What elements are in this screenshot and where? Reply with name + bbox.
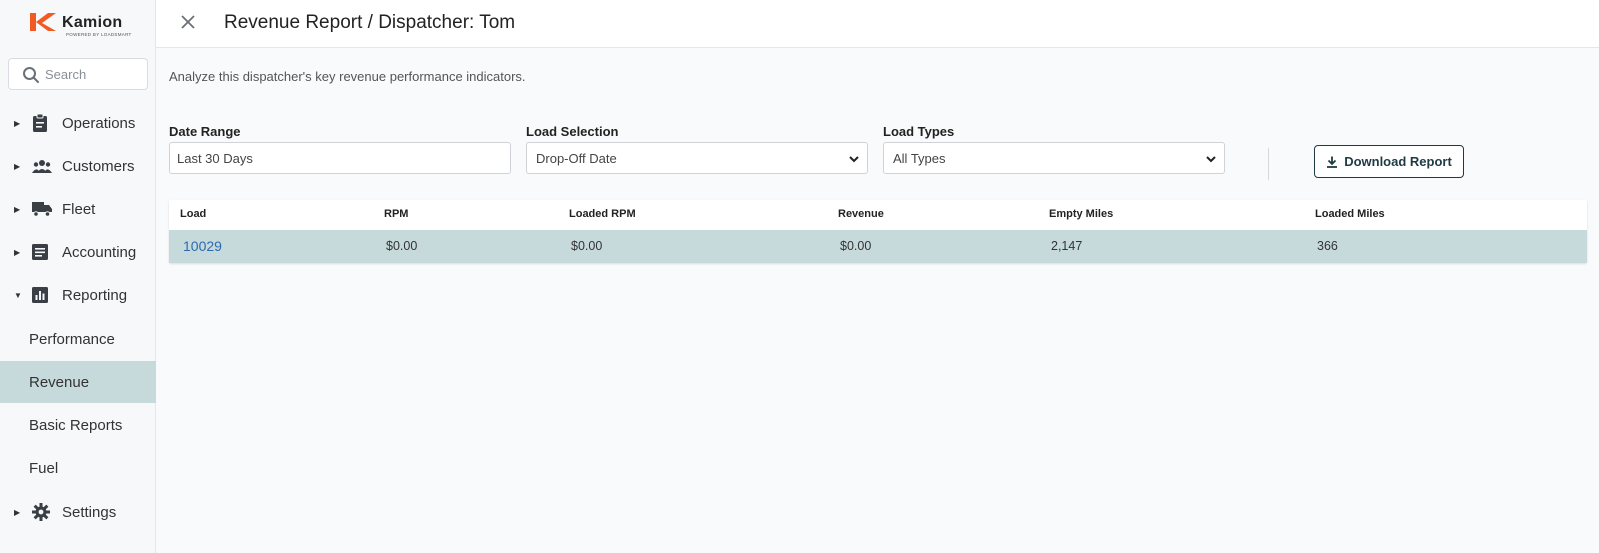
date-range-input[interactable]: Last 30 Days [169, 142, 511, 174]
kamion-logo[interactable]: Kamion POWERED BY LOADSMART [28, 11, 131, 39]
nav-operations[interactable]: ▶ Operations [0, 103, 156, 143]
page-subtitle: Analyze this dispatcher's key revenue pe… [169, 69, 526, 84]
nav-reporting[interactable]: ▼ Reporting [0, 275, 156, 315]
filter-divider [1268, 148, 1269, 180]
truck-icon [32, 200, 54, 218]
nav-operations-label: Operations [62, 114, 136, 132]
column-header-loaded-rpm[interactable]: Loaded RPM [569, 208, 636, 220]
nav-accounting[interactable]: ▶ Accounting [0, 232, 156, 272]
nav-sub-performance[interactable]: Performance [0, 318, 156, 360]
load-selection-label: Load Selection [526, 124, 619, 139]
ledger-icon [32, 243, 54, 261]
page-header: Revenue Report / Dispatcher: Tom [156, 0, 1599, 48]
load-selection-value: Drop-Off Date [536, 150, 617, 166]
table-row[interactable]: 10029 $0.00 $0.00 $0.00 2,147 366 [169, 230, 1587, 263]
nav-fleet-label: Fleet [62, 200, 96, 218]
cell-loaded-miles: 366 [1317, 239, 1338, 253]
cell-revenue: $0.00 [840, 239, 872, 253]
date-range-label: Date Range [169, 124, 241, 139]
kamion-logo-icon [30, 13, 56, 31]
nav-sub-basic-reports[interactable]: Basic Reports [0, 404, 156, 446]
caret-right-icon: ▶ [14, 161, 21, 171]
search-box[interactable] [8, 58, 148, 90]
nav-sub-revenue[interactable]: Revenue [0, 361, 156, 403]
sidebar: Kamion POWERED BY LOADSMART ▶ Operations… [0, 0, 156, 553]
cell-loaded-rpm: $0.00 [571, 239, 603, 253]
load-selection-select[interactable]: Drop-Off Date [526, 142, 868, 174]
close-icon [181, 15, 195, 29]
caret-right-icon: ▶ [14, 507, 21, 517]
clipboard-icon [32, 114, 54, 132]
page-title: Revenue Report / Dispatcher: Tom [224, 12, 516, 33]
chevron-down-icon [849, 156, 859, 163]
load-types-select[interactable]: All Types [883, 142, 1225, 174]
load-id-link[interactable]: 10029 [183, 238, 222, 254]
people-icon [32, 157, 54, 175]
nav-customers-label: Customers [62, 157, 135, 175]
column-header-empty-miles[interactable]: Empty Miles [1049, 208, 1113, 220]
nav-accounting-label: Accounting [62, 243, 137, 261]
search-icon [23, 67, 39, 83]
date-range-value: Last 30 Days [177, 150, 253, 166]
column-header-loaded-miles[interactable]: Loaded Miles [1315, 208, 1385, 220]
search-input[interactable] [45, 65, 143, 83]
cell-rpm: $0.00 [386, 239, 418, 253]
caret-right-icon: ▶ [14, 247, 21, 257]
download-report-button[interactable]: Download Report [1314, 145, 1464, 178]
nav-settings-label: Settings [62, 503, 117, 521]
column-header-revenue[interactable]: Revenue [838, 208, 884, 220]
brand-tagline: POWERED BY LOADSMART [66, 32, 132, 37]
nav-reporting-label: Reporting [62, 286, 128, 304]
caret-down-icon: ▼ [14, 290, 22, 300]
column-header-rpm[interactable]: RPM [384, 208, 408, 220]
revenue-table: Load RPM Loaded RPM Revenue Empty Miles … [169, 200, 1587, 263]
close-button[interactable] [178, 12, 198, 32]
download-icon [1327, 156, 1338, 168]
nav-fleet[interactable]: ▶ Fleet [0, 189, 156, 229]
nav-settings[interactable]: ▶ Settings [0, 492, 156, 532]
gear-icon [32, 503, 54, 521]
bar-chart-icon [32, 286, 54, 304]
load-types-value: All Types [893, 150, 946, 166]
chevron-down-icon [1206, 156, 1216, 163]
brand-name: Kamion [62, 14, 123, 31]
load-types-label: Load Types [883, 124, 955, 139]
download-report-label: Download Report [1344, 154, 1452, 169]
caret-right-icon: ▶ [14, 204, 21, 214]
column-header-load[interactable]: Load [180, 208, 206, 220]
nav-sub-fuel[interactable]: Fuel [0, 447, 156, 489]
cell-empty-miles: 2,147 [1051, 239, 1083, 253]
caret-right-icon: ▶ [14, 118, 21, 128]
nav-customers[interactable]: ▶ Customers [0, 146, 156, 186]
